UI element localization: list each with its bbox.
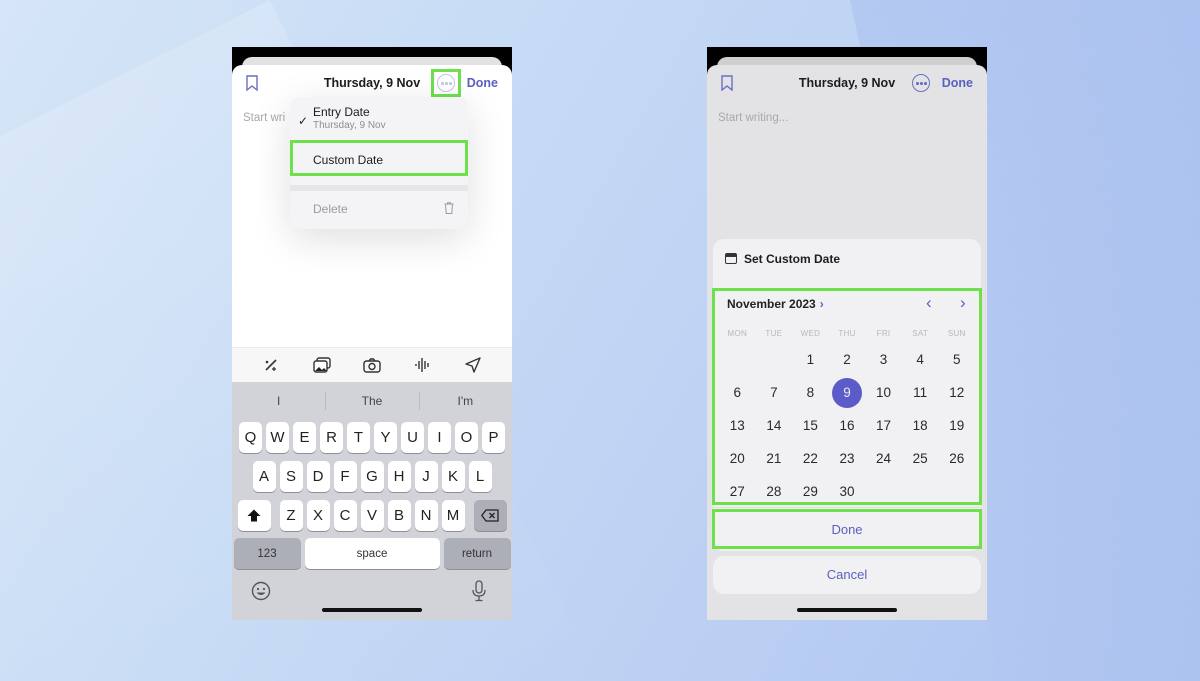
key-y[interactable]: Y bbox=[374, 422, 397, 453]
photo-library-icon[interactable] bbox=[312, 356, 331, 374]
numbers-key[interactable]: 123 bbox=[233, 538, 301, 569]
menu-item-label: Entry Date bbox=[313, 105, 370, 119]
keyboard-row-3: ZXCVBNM bbox=[232, 500, 512, 531]
key-e[interactable]: E bbox=[293, 422, 316, 453]
suggestion[interactable]: I bbox=[232, 382, 325, 420]
editor-placeholder[interactable]: Start wri bbox=[243, 112, 285, 124]
key-q[interactable]: Q bbox=[239, 422, 262, 453]
done-button[interactable]: Done bbox=[467, 76, 498, 90]
key-g[interactable]: G bbox=[360, 461, 384, 492]
cancel-button[interactable]: Cancel bbox=[713, 556, 981, 594]
trash-icon bbox=[444, 202, 454, 214]
magic-wand-icon[interactable] bbox=[262, 356, 280, 374]
key-c[interactable]: C bbox=[333, 500, 357, 531]
key-j[interactable]: J bbox=[414, 461, 438, 492]
phone-screenshot-left: Thursday, 9 Nov Done Start wri ✓ Entry D… bbox=[232, 47, 512, 620]
checkmark-icon: ✓ bbox=[298, 114, 309, 128]
key-b[interactable]: B bbox=[387, 500, 411, 531]
suggestion[interactable]: I'm bbox=[418, 382, 512, 420]
backspace-key[interactable] bbox=[473, 500, 507, 531]
calendar-icon bbox=[725, 253, 737, 264]
location-arrow-icon[interactable] bbox=[464, 356, 482, 374]
camera-icon[interactable] bbox=[363, 356, 381, 374]
journal-entry-sheet: Thursday, 9 Nov Done Start writing... Se… bbox=[707, 65, 987, 620]
home-indicator bbox=[797, 608, 897, 612]
key-k[interactable]: K bbox=[441, 461, 465, 492]
key-v[interactable]: V bbox=[360, 500, 384, 531]
key-r[interactable]: R bbox=[320, 422, 343, 453]
predictive-text-bar: I The I'm bbox=[232, 382, 512, 420]
editor-placeholder[interactable]: Start writing... bbox=[718, 112, 788, 124]
shift-key[interactable] bbox=[237, 500, 271, 531]
nav-bar: Thursday, 9 Nov Done bbox=[232, 65, 512, 101]
keyboard-row-1: QWERTYUIOP bbox=[232, 422, 512, 453]
key-h[interactable]: H bbox=[387, 461, 411, 492]
key-u[interactable]: U bbox=[401, 422, 424, 453]
more-icon[interactable] bbox=[912, 74, 930, 92]
key-o[interactable]: O bbox=[455, 422, 478, 453]
menu-item-sublabel: Thursday, 9 Nov bbox=[313, 120, 386, 131]
done-button[interactable]: Done bbox=[942, 76, 973, 90]
dialog-header: Set Custom Date bbox=[713, 239, 981, 289]
key-n[interactable]: N bbox=[414, 500, 438, 531]
editor-toolbar bbox=[232, 347, 512, 382]
letter-keys: ZXCVBNM bbox=[279, 500, 465, 531]
return-key[interactable]: return bbox=[443, 538, 511, 569]
key-d[interactable]: D bbox=[306, 461, 330, 492]
phone-screenshot-right: Thursday, 9 Nov Done Start writing... Se… bbox=[707, 47, 987, 620]
key-t[interactable]: T bbox=[347, 422, 370, 453]
dialog-title: Set Custom Date bbox=[744, 252, 841, 266]
microphone-icon[interactable] bbox=[471, 580, 491, 602]
key-z[interactable]: Z bbox=[279, 500, 303, 531]
menu-item-delete[interactable]: Delete bbox=[290, 191, 468, 229]
keyboard-row-2: ASDFGHJKL bbox=[232, 461, 512, 492]
highlight-box-more bbox=[431, 69, 461, 97]
space-key[interactable]: space bbox=[304, 538, 440, 569]
key-p[interactable]: P bbox=[482, 422, 505, 453]
key-i[interactable]: I bbox=[428, 422, 451, 453]
journal-entry-sheet: Thursday, 9 Nov Done Start wri ✓ Entry D… bbox=[232, 65, 512, 620]
key-m[interactable]: M bbox=[441, 500, 465, 531]
key-s[interactable]: S bbox=[279, 461, 303, 492]
key-x[interactable]: X bbox=[306, 500, 330, 531]
menu-item-label: Delete bbox=[313, 202, 348, 216]
highlight-box-calendar bbox=[712, 288, 982, 505]
home-indicator bbox=[322, 608, 422, 612]
key-l[interactable]: L bbox=[468, 461, 492, 492]
keyboard-row-4: 123 space return bbox=[232, 538, 512, 569]
highlight-box-done bbox=[712, 509, 982, 549]
entry-options-menu: ✓ Entry Date Thursday, 9 Nov Custom Date… bbox=[290, 97, 468, 229]
highlight-box-custom-date bbox=[290, 140, 468, 176]
key-a[interactable]: A bbox=[252, 461, 276, 492]
on-screen-keyboard: I The I'm QWERTYUIOP ASDFGHJKL ZXCVBNM 1… bbox=[232, 382, 512, 620]
suggestion[interactable]: The bbox=[325, 382, 418, 420]
menu-item-entry-date[interactable]: ✓ Entry Date Thursday, 9 Nov bbox=[290, 97, 468, 137]
audio-waveform-icon[interactable] bbox=[413, 356, 431, 374]
key-w[interactable]: W bbox=[266, 422, 289, 453]
key-f[interactable]: F bbox=[333, 461, 357, 492]
emoji-icon[interactable] bbox=[251, 581, 271, 601]
nav-bar: Thursday, 9 Nov Done bbox=[707, 65, 987, 101]
